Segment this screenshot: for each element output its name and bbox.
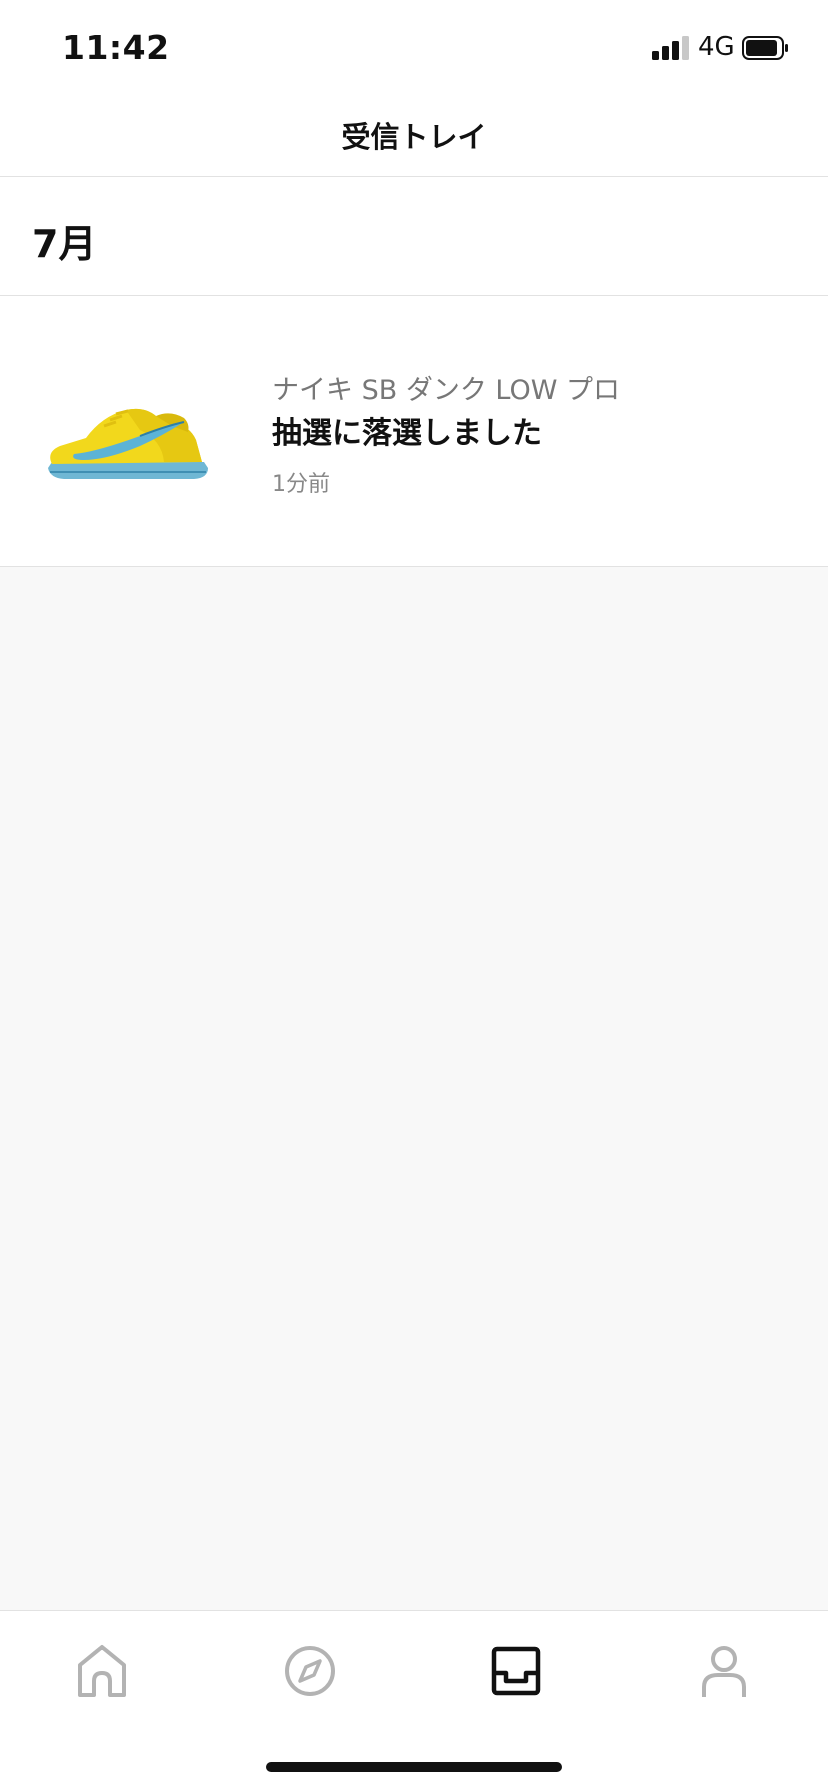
month-label: 7月 xyxy=(32,222,97,266)
status-time: 11:42 xyxy=(62,28,170,67)
profile-icon[interactable] xyxy=(694,1641,754,1701)
network-type-label: 4G xyxy=(698,32,735,62)
notification-item[interactable]: ナイキ SB ダンク LOW プロ 抽選に落選しました 1分前 xyxy=(0,296,828,567)
status-bar: 11:42 4G xyxy=(0,0,828,98)
inbox-icon[interactable] xyxy=(486,1641,546,1701)
inbox-screen: 11:42 4G 受信トレイ 7月 ナイキ SB ダンク LOW プロ 抽選に落… xyxy=(0,0,828,1792)
page-title: 受信トレイ xyxy=(341,120,487,154)
notification-product-name: ナイキ SB ダンク LOW プロ xyxy=(272,375,621,406)
notification-timestamp: 1分前 xyxy=(272,472,330,497)
sneaker-thumbnail-icon xyxy=(48,408,208,479)
battery-icon xyxy=(742,36,788,60)
notification-message: 抽選に落選しました xyxy=(272,416,542,451)
nav-header: 受信トレイ xyxy=(0,98,828,177)
signal-strength-icon xyxy=(652,36,692,60)
home-icon[interactable] xyxy=(72,1641,132,1701)
month-section-header: 7月 xyxy=(0,177,828,296)
home-indicator xyxy=(266,1762,562,1772)
compass-icon[interactable] xyxy=(280,1641,340,1701)
